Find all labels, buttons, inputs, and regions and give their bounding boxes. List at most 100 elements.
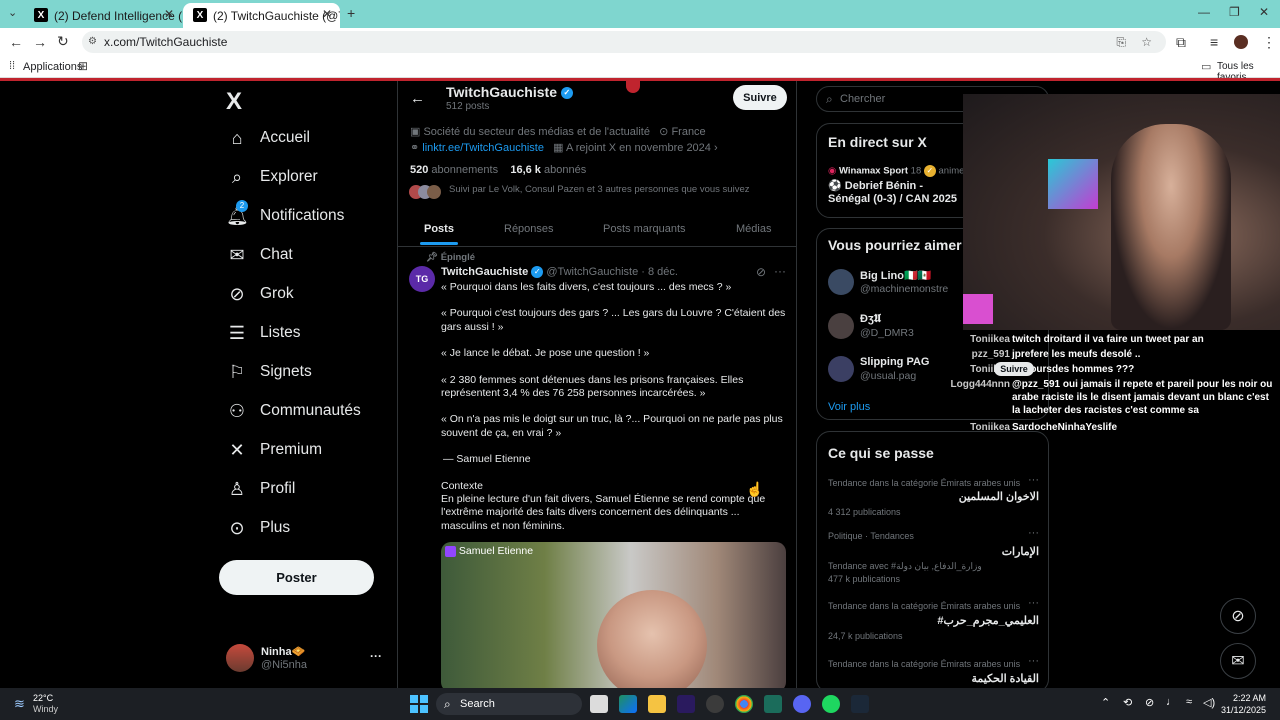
grok-float-button[interactable]: ⊘: [1220, 598, 1256, 634]
chrome-icon[interactable]: [735, 695, 753, 713]
windows-start-icon[interactable]: [410, 695, 428, 713]
nav-explorer[interactable]: ⌕ Explorer: [226, 159, 318, 195]
profile-avatar[interactable]: [1234, 35, 1248, 49]
obs-icon[interactable]: [706, 695, 724, 713]
overlay-follow-button[interactable]: Suivre: [994, 362, 1034, 376]
trend-more-icon[interactable]: ···: [1028, 474, 1039, 486]
tab-posts-marquants[interactable]: Posts marquants: [603, 223, 686, 235]
post-button[interactable]: Poster: [219, 560, 374, 595]
wifi-icon[interactable]: ≈: [1186, 696, 1192, 708]
followed-by[interactable]: Suivi par Le Volk, Consul Pazen et 3 aut…: [449, 184, 749, 195]
install-app-icon[interactable]: ⎘: [1116, 31, 1126, 53]
suggested-user[interactable]: Slipping PAG @usual.pag: [828, 354, 968, 386]
post-handle[interactable]: @TwitchGauchiste: [546, 266, 638, 278]
post-author[interactable]: TwitchGauchiste: [441, 266, 528, 278]
tab-defend-intelligence[interactable]: X (2) Defend Intelligence (Anis Ay ✕: [24, 3, 182, 28]
reload-icon[interactable]: ↻: [57, 33, 69, 50]
following-link[interactable]: 520 abonnements: [410, 164, 498, 176]
task-view-icon[interactable]: [590, 695, 608, 713]
microphone-icon[interactable]: ♩: [1166, 696, 1177, 708]
live-event[interactable]: ⚽ Debrief Bénin - Sénégal (0-3) / CAN 20…: [828, 180, 968, 206]
nav-communautes[interactable]: ⚇ Communautés: [226, 393, 361, 429]
post-more-icon[interactable]: ···: [774, 264, 786, 278]
volume-icon[interactable]: ◁): [1203, 696, 1215, 709]
spotify-icon[interactable]: [822, 695, 840, 713]
nav-premium[interactable]: ✕ Premium: [226, 432, 322, 468]
suggested-user[interactable]: Ɖʒ𝖀 @D_DMR3: [828, 311, 968, 343]
minimize-icon[interactable]: —: [1198, 5, 1210, 19]
post-date[interactable]: · 8 déc.: [641, 266, 678, 278]
trends-title: Ce qui se passe: [828, 445, 934, 461]
trend-context: Politique · Tendances: [828, 531, 914, 541]
app-icon[interactable]: [764, 695, 782, 713]
trend-more-icon[interactable]: ···: [1028, 597, 1039, 609]
site-info-icon[interactable]: ⚙: [88, 31, 97, 53]
steam-icon[interactable]: [851, 695, 869, 713]
x-logo[interactable]: X: [226, 88, 242, 116]
premiere-icon[interactable]: [677, 695, 695, 713]
weather-widget[interactable]: ≋ 22°C Windy: [10, 693, 58, 715]
back-icon[interactable]: ←: [9, 34, 23, 50]
suggested-handle: @machinemonstre: [860, 283, 949, 295]
close-tab-icon[interactable]: ✕: [164, 7, 174, 21]
nav-accueil[interactable]: ⌂ Accueil: [226, 120, 310, 156]
discord-icon[interactable]: [793, 695, 811, 713]
new-tab-button[interactable]: +: [347, 5, 355, 21]
nav-chat[interactable]: ✉ Chat: [226, 237, 292, 273]
close-tab-icon[interactable]: ✕: [322, 7, 332, 21]
chevron-right-icon[interactable]: ›: [714, 142, 718, 154]
nav-notifications[interactable]: 🔔︎ 2 Notifications: [226, 198, 344, 234]
maximize-icon[interactable]: ❐: [1229, 5, 1240, 19]
address-bar[interactable]: ⚙ x.com/TwitchGauchiste ⎘ ☆: [82, 31, 1166, 53]
file-explorer-icon[interactable]: [648, 695, 666, 713]
trend-item[interactable]: Tendance dans la catégorie Émirats arabe…: [817, 474, 1050, 517]
media-icon[interactable]: ≡: [1210, 34, 1218, 50]
show-more-link[interactable]: Voir plus: [828, 401, 870, 413]
tab-twitchgauchiste[interactable]: X (2) TwitchGauchiste (@TwitchG ✕: [183, 3, 340, 28]
start-tile: [420, 705, 428, 713]
bookmark-star-icon[interactable]: ☆: [1141, 31, 1152, 53]
grok-explain-icon[interactable]: ⊘: [756, 265, 766, 279]
forward-icon[interactable]: →: [33, 34, 47, 50]
account-switcher[interactable]: Ninha🧇 @Ni5nha ···: [226, 643, 396, 675]
nav-listes[interactable]: ☰ Listes: [226, 315, 301, 351]
taskbar-search[interactable]: ⌕ Search: [436, 693, 582, 715]
trend-item[interactable]: Tendance dans la catégorie Émirats arabe…: [817, 597, 1050, 641]
tray-app-icon[interactable]: ⟲: [1123, 696, 1132, 709]
profile-link[interactable]: linktr.ee/TwitchGauchiste: [422, 142, 544, 154]
tray-network-off-icon[interactable]: ⊘: [1145, 696, 1154, 709]
more-icon[interactable]: ···: [370, 649, 382, 663]
post-video[interactable]: Samuel Etienne: [441, 542, 786, 688]
suggested-user[interactable]: Big Lino🇮🇹🇲🇽 @machinemonstre: [828, 267, 968, 299]
tab-reponses[interactable]: Réponses: [504, 223, 554, 235]
trend-item[interactable]: Politique · Tendances ··· الإمارات Tenda…: [817, 527, 1050, 584]
tab-medias[interactable]: Médias: [736, 223, 771, 235]
live-host[interactable]: ◉ Winamax Sport 18 ✓ anime.: [828, 165, 967, 177]
tab-list-icon[interactable]: ⌄: [8, 6, 17, 19]
extensions-icon[interactable]: ⧉: [1176, 34, 1186, 51]
post-avatar[interactable]: TG: [409, 266, 435, 292]
trend-item[interactable]: Tendance dans la catégorie Émirats arabe…: [817, 655, 1050, 687]
trend-extra: Tendance avec #وزارة_الدفاع, بيان دولة: [828, 561, 982, 571]
tray-chevron-up-icon[interactable]: ⌃: [1101, 696, 1110, 709]
trend-more-icon[interactable]: ···: [1028, 655, 1039, 667]
tab-posts[interactable]: Posts: [424, 223, 454, 235]
follow-button[interactable]: Suivre: [733, 85, 787, 110]
bookmark-applications[interactable]: Applications: [23, 61, 82, 73]
taskbar-time[interactable]: 2:22 AM: [1226, 693, 1266, 703]
tab-groups-icon[interactable]: ⊞: [78, 59, 88, 73]
nav-grok[interactable]: ⊘ Grok: [226, 276, 293, 312]
nav-profil[interactable]: ♙ Profil: [226, 471, 295, 507]
copilot-icon[interactable]: [619, 695, 637, 713]
chat-text: jprefere les meufs desolé ..: [1012, 349, 1141, 360]
back-arrow-icon[interactable]: ←: [410, 90, 425, 107]
trend-more-icon[interactable]: ···: [1028, 527, 1039, 539]
menu-icon[interactable]: ⋮: [1262, 34, 1276, 51]
post-paragraph: — Samuel Etienne: [443, 453, 531, 466]
nav-signets[interactable]: ⚐ Signets: [226, 354, 312, 390]
followers-link[interactable]: 16,6 k abonnés: [510, 164, 586, 176]
messages-float-button[interactable]: ✉: [1220, 643, 1256, 679]
nav-plus[interactable]: ⊙ Plus: [226, 510, 290, 546]
taskbar-date[interactable]: 31/12/2025: [1216, 705, 1266, 715]
close-window-icon[interactable]: ✕: [1259, 5, 1269, 19]
